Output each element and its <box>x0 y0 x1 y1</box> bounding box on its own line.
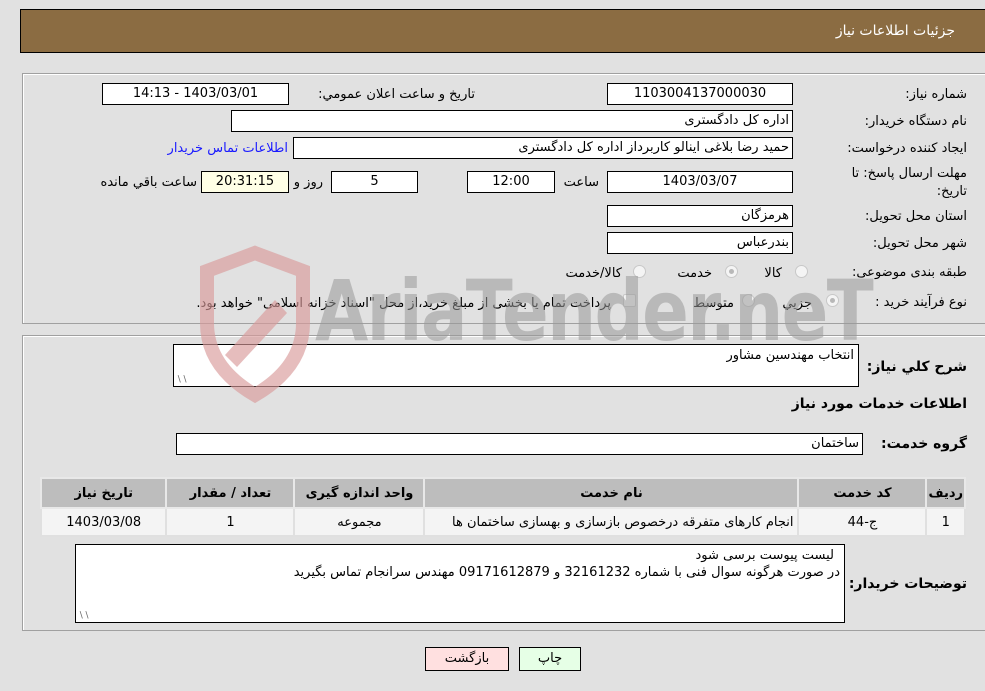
city-field: بندرعباس <box>607 232 793 254</box>
announce-label: تاريخ و ساعت اعلان عمومي: <box>318 87 475 102</box>
need-number-field: 1103004137000030 <box>607 83 793 105</box>
deadline-date-field: 1403/03/07 <box>607 171 793 193</box>
deadline-label: مهلت ارسال پاسخ: تا تاريخ: <box>851 166 967 199</box>
category-option-goods-service: کالا/خدمت <box>565 266 622 281</box>
time-label: ساعت <box>563 175 599 190</box>
days-label: روز و <box>293 175 323 190</box>
services-title: اطلاعات خدمات مورد نياز <box>791 396 967 412</box>
purchase-option-medium: متوسط <box>693 296 734 311</box>
col-header-row-number: رديف <box>925 477 966 509</box>
buyer-contact-link[interactable]: اطلاعات تماس خريدار <box>168 141 288 156</box>
service-group-label: گروه خدمت: <box>881 436 967 452</box>
cell-unit: مجموعه <box>293 507 426 537</box>
col-header-unit: واحد اندازه گيری <box>293 477 426 509</box>
col-header-need-date: تاريخ نياز <box>39 477 168 509</box>
col-header-service-name: نام خدمت <box>423 477 800 509</box>
creator-field: حمید رضا بلاغی اینالو کاربرداز اداره کل … <box>293 137 793 159</box>
province-field: هرمزگان <box>607 205 793 227</box>
summary-textarea[interactable]: انتخاب مهندسین مشاور ∖∖ <box>173 344 859 387</box>
category-radio-goods-service[interactable] <box>633 265 646 278</box>
service-group-field: ساختمان <box>176 433 863 455</box>
treasury-note: پرداخت تمام يا بخشی از مبلغ خريد،از محل … <box>196 296 611 311</box>
print-button[interactable]: چاپ <box>519 647 581 671</box>
page-title: جزئیات اطلاعات نیاز <box>835 23 955 39</box>
col-header-service-code: کد خدمت <box>797 477 928 509</box>
cell-service-code: ج-44 <box>797 507 928 537</box>
buyer-notes-line-2: در صورت هرگونه سوال فنی با شماره 3216123… <box>293 565 840 580</box>
cell-quantity: 1 <box>165 507 296 537</box>
buyer-notes-label: توضيحات خريدار: <box>848 576 967 592</box>
announce-field: 1403/03/01 - 14:13 <box>102 83 289 105</box>
summary-text: انتخاب مهندسین مشاور <box>726 348 855 363</box>
city-label: شهر محل تحويل: <box>872 236 967 251</box>
purchase-radio-minor[interactable] <box>826 294 839 307</box>
purchase-type-label: نوع فرآيند خريد : <box>875 295 967 310</box>
table-header-row: رديف کد خدمت نام خدمت واحد اندازه گيری ت… <box>39 477 966 509</box>
buyer-notes-textarea[interactable]: لیست پیوست برسی شود در صورت هرگونه سوال … <box>75 544 845 623</box>
category-radio-service[interactable] <box>725 265 738 278</box>
cell-need-date: 1403/03/08 <box>39 507 168 537</box>
cell-row-number: 1 <box>925 507 966 537</box>
purchase-option-minor: جزيي <box>782 296 812 311</box>
table-row: 1 ج-44 انجام کارهای متفرقه درخصوص بازساز… <box>39 507 966 537</box>
buyer-notes-line-1: لیست پیوست برسی شود <box>695 548 834 563</box>
buyer-org-label: نام دستگاه خريدار: <box>864 114 967 129</box>
treasury-checkbox[interactable] <box>623 294 636 307</box>
col-header-quantity: تعداد / مقدار <box>165 477 296 509</box>
services-table: رديف کد خدمت نام خدمت واحد اندازه گيری ت… <box>39 477 966 537</box>
need-number-label: شماره نیاز: <box>905 87 967 102</box>
back-button[interactable]: بازگشت <box>425 647 509 671</box>
purchase-radio-medium[interactable] <box>742 294 755 307</box>
remaining-label: ساعت باقي مانده <box>100 175 197 190</box>
category-option-service: خدمت <box>677 266 712 281</box>
page-header: جزئیات اطلاعات نیاز <box>20 9 985 53</box>
resize-grip-icon[interactable]: ∖∖ <box>176 376 187 385</box>
deadline-time-field: 12:00 <box>467 171 555 193</box>
resize-grip-icon[interactable]: ∖∖ <box>78 612 89 621</box>
summary-label: شرح کلي نياز: <box>866 359 967 375</box>
cell-service-name: انجام کارهای متفرقه درخصوص بازسازی و بهس… <box>423 507 800 537</box>
category-label: طبقه بندی موضوعی: <box>851 265 967 280</box>
buyer-org-field: اداره کل دادگستری <box>231 110 793 132</box>
days-field: 5 <box>331 171 418 193</box>
province-label: استان محل تحويل: <box>865 209 967 224</box>
remaining-time-field: 20:31:15 <box>201 171 289 193</box>
category-option-goods: کالا <box>764 266 782 281</box>
creator-label: ايجاد کننده درخواست: <box>847 141 967 156</box>
category-radio-goods[interactable] <box>795 265 808 278</box>
